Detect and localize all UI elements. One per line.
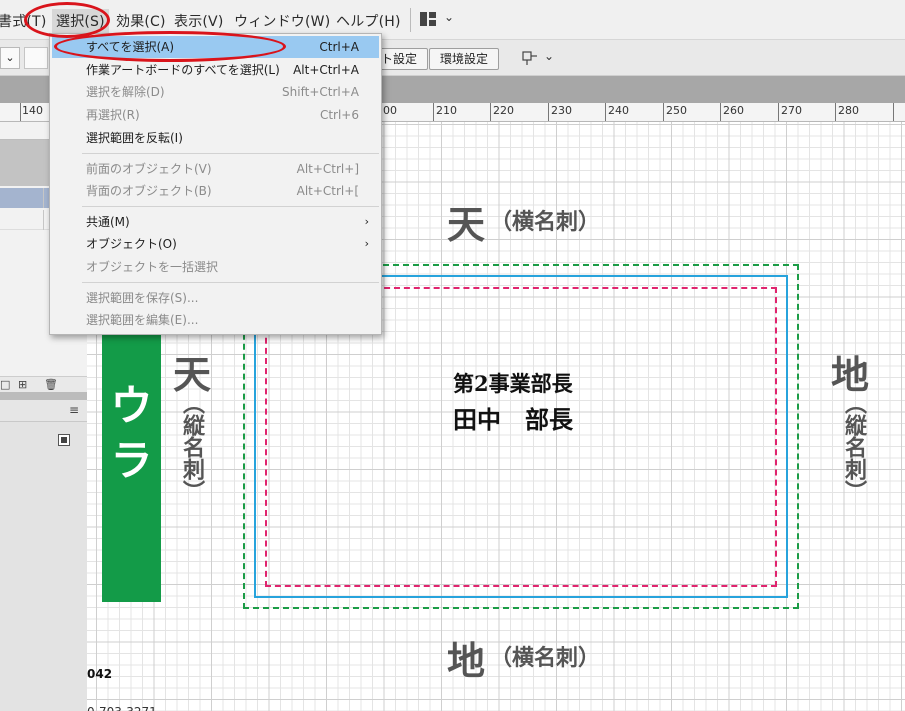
- annotation-ellipse-menu: [24, 2, 110, 38]
- card-name-text[interactable]: 田中 部長: [453, 400, 573, 435]
- ruler-label: 230: [551, 104, 572, 117]
- menu-separator: [82, 206, 379, 207]
- menu-item-next-object-below[interactable]: 背面のオブジェクト(B) Alt+Ctrl+[: [52, 180, 379, 202]
- menu-effect[interactable]: 効果(C): [116, 11, 166, 31]
- chevron-down-icon[interactable]: ⌄: [444, 10, 454, 24]
- ruler-label: 270: [781, 104, 802, 117]
- ruler-label: 240: [608, 104, 629, 117]
- menu-item-save-selection[interactable]: 選択範囲を保存(S)...: [52, 287, 379, 309]
- properties-panel-body: [0, 422, 87, 711]
- workspace-layout-icon[interactable]: [420, 12, 436, 26]
- back-side-marker: ウ ラ: [102, 332, 161, 602]
- chevron-right-icon: ›: [364, 237, 369, 250]
- menu-item-select-all-artboard[interactable]: 作業アートボードのすべてを選択(L) Alt+Ctrl+A: [52, 59, 379, 81]
- menu-item-next-object-above[interactable]: 前面のオブジェクト(V) Alt+Ctrl+]: [52, 158, 379, 180]
- control-field[interactable]: [24, 47, 48, 69]
- arrange-icon[interactable]: [522, 50, 538, 66]
- card-title-text[interactable]: 第2事業部長: [453, 368, 573, 398]
- ruler-label: 250: [666, 104, 687, 117]
- menu-item-same[interactable]: 共通(M) ›: [52, 211, 379, 233]
- chevron-down-icon[interactable]: ⌄: [0, 47, 20, 69]
- select-menu-dropdown: すべてを選択(A) Ctrl+A 作業アートボードのすべてを選択(L) Alt+…: [49, 33, 382, 335]
- menu-item-inverse[interactable]: 選択範囲を反転(I): [52, 127, 379, 149]
- menu-separator: [82, 282, 379, 283]
- menu-item-deselect[interactable]: 選択を解除(D) Shift+Ctrl+A: [52, 81, 379, 103]
- back-side-char-1: ウ: [110, 381, 153, 430]
- preferences-button[interactable]: 環境設定: [429, 48, 500, 70]
- ruler-label: 220: [493, 104, 514, 117]
- menu-item-start-global-edit[interactable]: オブジェクトを一括選択: [52, 256, 379, 278]
- menu-separator: [82, 153, 379, 154]
- menu-item-edit-selection[interactable]: 選択範囲を編集(E)...: [52, 309, 379, 331]
- sublayer-icon[interactable]: □: [0, 378, 10, 391]
- bottom-earth-char: 地: [447, 639, 486, 683]
- panel-menu-icon[interactable]: ≡: [69, 403, 79, 417]
- top-heaven-char: 天: [447, 203, 486, 247]
- card-phone-text[interactable]: 042: [87, 667, 112, 681]
- new-layer-icon[interactable]: ⊞: [18, 378, 27, 391]
- menu-item-reselect[interactable]: 再選択(R) Ctrl+6: [52, 104, 379, 126]
- ruler-label: 00: [383, 104, 397, 117]
- ruler-label: 210: [436, 104, 457, 117]
- properties-panel-header: ≡: [0, 400, 87, 422]
- menu-item-object[interactable]: オブジェクト(O) ›: [52, 233, 379, 255]
- menu-help[interactable]: ヘルプ(H): [336, 11, 401, 31]
- right-vertical-card-label: （縦名刺）: [841, 392, 866, 502]
- chevron-right-icon: ›: [364, 215, 369, 228]
- chevron-down-icon[interactable]: ⌄: [544, 49, 554, 63]
- expand-panel-icon[interactable]: [58, 434, 70, 446]
- ruler-label: 140: [22, 104, 43, 117]
- ruler-label: 280: [838, 104, 859, 117]
- right-earth-char: 地: [831, 353, 870, 397]
- layers-panel-footer: □ ⊞ 🗑: [0, 376, 87, 392]
- menu-separator: [410, 8, 411, 32]
- left-vertical-card-label: （縦名刺）: [179, 392, 204, 502]
- back-side-char-2: ラ: [110, 436, 153, 485]
- left-heaven-char: 天: [173, 353, 212, 397]
- annotation-ellipse-item: [54, 31, 286, 62]
- menu-view[interactable]: 表示(V): [174, 11, 224, 31]
- bottom-horizontal-card-label: （横名刺）: [490, 646, 601, 671]
- menu-window[interactable]: ウィンドウ(W): [234, 11, 330, 31]
- card-phone-text-partial[interactable]: 0-703-3271: [87, 705, 157, 711]
- top-horizontal-card-label: （横名刺）: [490, 210, 601, 235]
- ruler-label: 260: [723, 104, 744, 117]
- trash-icon[interactable]: 🗑: [44, 378, 58, 391]
